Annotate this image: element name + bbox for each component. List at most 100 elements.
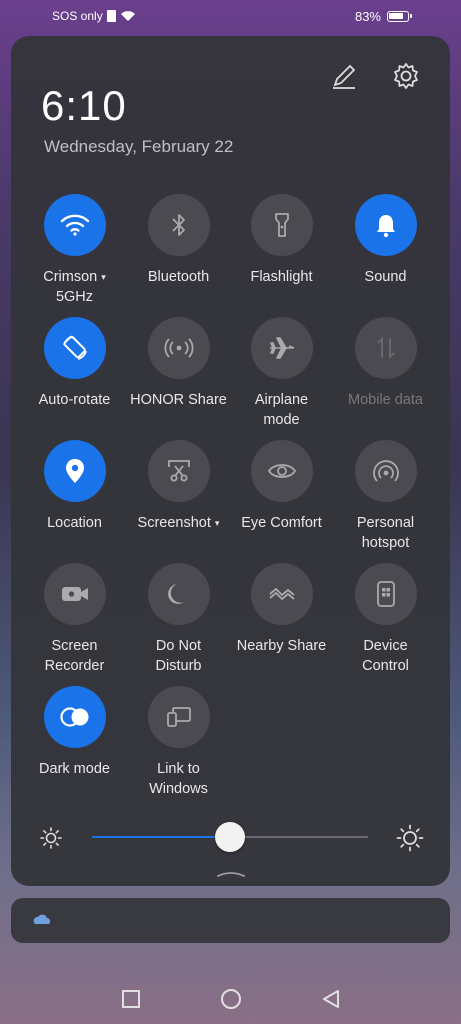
tile-nearby-share-circle[interactable] [250, 563, 313, 625]
tile-airplane-label-line2: mode [263, 412, 300, 428]
tile-device-control[interactable]: Device Control [334, 563, 437, 676]
tile-auto-rotate[interactable]: Auto-rotate [23, 317, 126, 410]
tile-flashlight-label: Flashlight [250, 269, 313, 285]
brightness-slider[interactable] [92, 822, 368, 852]
tile-wifi[interactable]: Crimson ▾ 5GHz [23, 194, 126, 307]
collapse-handle-icon[interactable] [216, 870, 246, 878]
tile-mobile-data-label: Mobile data [348, 392, 423, 408]
device-control-icon [376, 581, 395, 607]
cloud-icon [33, 914, 51, 924]
settings-gear-icon[interactable] [390, 60, 422, 92]
airplane-icon [269, 337, 294, 359]
battery-icon [387, 10, 412, 22]
tile-dark-mode[interactable]: Dark mode [23, 686, 126, 779]
tile-hotspot-label-line1: Personal [356, 515, 415, 531]
honor-share-icon [164, 338, 193, 358]
tile-hotspot-label-line2: hotspot [361, 535, 410, 551]
tile-wifi-label-line2: 5GHz [55, 289, 94, 306]
tile-auto-rotate-circle[interactable] [43, 317, 106, 379]
quick-settings-panel: 6:10 Wednesday, February 22 Crimson ▾ 5GHz… [11, 36, 450, 886]
brightness-high-icon [396, 824, 424, 852]
tile-airplane-label-line1: Airplane [254, 392, 309, 408]
tile-airplane-circle[interactable] [250, 317, 313, 379]
moon-icon [167, 584, 184, 604]
tile-link-to-windows-label-line1: Link to [157, 761, 200, 777]
tile-flashlight[interactable]: Flashlight [230, 194, 333, 287]
tile-location-circle[interactable] [43, 440, 106, 502]
tile-wifi-label: Crimson ▾ 5GHz [43, 267, 106, 307]
chevron-down-icon[interactable]: ▾ [101, 272, 106, 282]
tile-screen-recorder-circle[interactable] [43, 563, 106, 625]
tile-hotspot[interactable]: Personal hotspot [334, 440, 437, 553]
tile-device-control-label-line1: Device [363, 638, 408, 654]
chevron-down-icon[interactable]: ▾ [215, 518, 220, 528]
tile-dnd-label-line1: Do Not [155, 638, 202, 654]
auto-rotate-icon [62, 335, 87, 360]
tile-dark-mode-circle[interactable] [43, 686, 106, 748]
eye-icon [267, 464, 296, 478]
tile-location-label: Location [47, 515, 102, 531]
tile-hotspot-label: Personal hotspot [357, 513, 414, 553]
tile-honor-share[interactable]: HONOR Share [127, 317, 230, 410]
edit-icon[interactable] [328, 60, 360, 92]
square-icon [121, 990, 140, 1008]
tile-screen-recorder-label-line1: Screen [51, 638, 98, 654]
panel-top-icons [328, 60, 422, 92]
tile-auto-rotate-label: Auto-rotate [38, 392, 111, 408]
tile-flashlight-circle[interactable] [250, 194, 313, 256]
tile-screen-recorder[interactable]: Screen Recorder [23, 563, 126, 676]
tile-screenshot-circle[interactable] [147, 440, 210, 502]
tile-sound[interactable]: Sound [334, 194, 437, 287]
tile-screenshot-label: Screenshot ▾ [138, 513, 220, 533]
home-button[interactable] [219, 987, 243, 1011]
mobile-data-icon [376, 336, 395, 360]
tile-honor-share-circle[interactable] [147, 317, 210, 379]
tile-device-control-label: Device Control [362, 636, 409, 676]
tile-sound-circle[interactable] [354, 194, 417, 256]
location-icon [65, 459, 84, 483]
tile-link-to-windows-circle[interactable] [147, 686, 210, 748]
tile-mobile-data[interactable]: Mobile data [334, 317, 437, 410]
tile-airplane-label: Airplane mode [255, 390, 308, 430]
dark-mode-icon [59, 707, 88, 727]
battery-percent: 83% [354, 8, 381, 24]
nearby-share-icon [268, 588, 295, 600]
brightness-slider-thumb[interactable] [215, 822, 245, 852]
tile-screen-recorder-label-line2: Recorder [44, 658, 105, 674]
tile-device-control-circle[interactable] [354, 563, 417, 625]
tile-eye-comfort-circle[interactable] [250, 440, 313, 502]
tile-dnd-circle[interactable] [147, 563, 210, 625]
status-left: SOS only [52, 9, 136, 23]
recents-button[interactable] [119, 987, 143, 1011]
clock-date: Wednesday, February 22 [44, 137, 234, 156]
sim-icon [106, 10, 116, 22]
tile-dnd-label: Do Not Disturb [156, 636, 202, 676]
tile-airplane[interactable]: Airplane mode [230, 317, 333, 430]
tile-dnd[interactable]: Do Not Disturb [127, 563, 230, 676]
tile-bluetooth-label: Bluetooth [147, 269, 210, 285]
tile-wifi-label-line1: Crimson [43, 269, 98, 285]
brightness-low-icon [40, 827, 62, 849]
tile-hotspot-circle[interactable] [354, 440, 417, 502]
tile-mobile-data-circle[interactable] [354, 317, 417, 379]
hotspot-icon [372, 460, 399, 482]
tile-eye-comfort[interactable]: Eye Comfort [230, 440, 333, 533]
tile-link-to-windows[interactable]: Link to Windows [127, 686, 230, 799]
status-bar: SOS only 83% [0, 0, 461, 32]
tile-wifi-circle[interactable] [43, 194, 106, 256]
tile-dark-mode-label: Dark mode [39, 761, 110, 777]
tile-bluetooth[interactable]: Bluetooth [127, 194, 230, 287]
wifi-status-icon [120, 11, 135, 21]
tile-eye-comfort-label: Eye Comfort [241, 515, 322, 531]
brightness-slider-fill [92, 836, 230, 838]
status-right: 83% [354, 8, 412, 24]
notification-bar[interactable] [11, 898, 450, 943]
tile-device-control-label-line2: Control [362, 658, 409, 674]
tile-nearby-share[interactable]: Nearby Share [230, 563, 333, 656]
tile-bluetooth-circle[interactable] [147, 194, 210, 256]
back-button[interactable] [319, 987, 343, 1011]
tile-screenshot[interactable]: Screenshot ▾ [127, 440, 230, 533]
tile-location[interactable]: Location [23, 440, 126, 533]
link-to-windows-icon [166, 707, 191, 727]
circle-icon [220, 989, 241, 1009]
